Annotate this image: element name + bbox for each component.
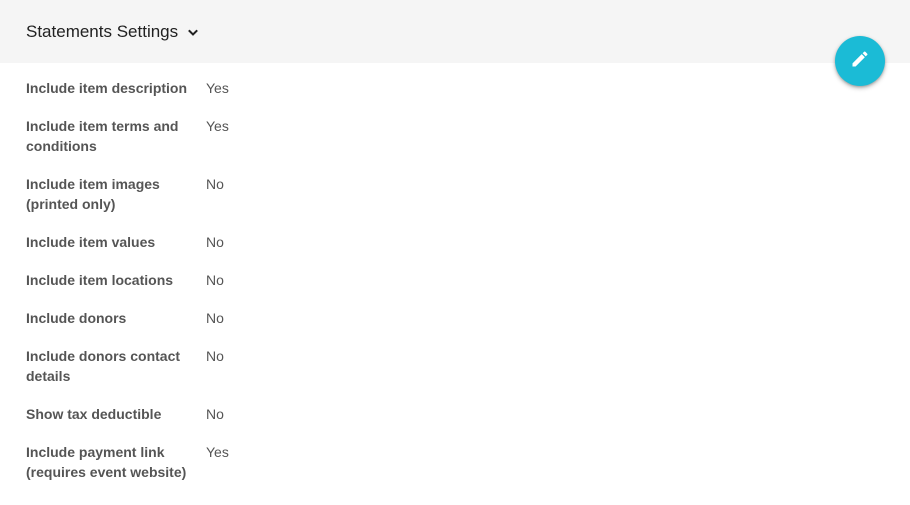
setting-row-donors: Include donors No xyxy=(26,308,546,328)
setting-row-item-description: Include item description Yes xyxy=(26,78,546,98)
chevron-down-icon xyxy=(186,26,200,40)
header-bar: Statements Settings xyxy=(0,0,910,63)
setting-value: No xyxy=(206,176,224,192)
setting-row-item-locations: Include item locations No xyxy=(26,270,546,290)
setting-value: No xyxy=(206,348,224,364)
setting-value: No xyxy=(206,406,224,422)
page-title: Statements Settings xyxy=(26,22,179,41)
setting-value: No xyxy=(206,310,224,326)
setting-value: Yes xyxy=(206,444,229,460)
pencil-icon xyxy=(850,49,870,74)
setting-row-item-values: Include item values No xyxy=(26,232,546,252)
setting-value: Yes xyxy=(206,80,229,96)
setting-value: No xyxy=(206,272,224,288)
edit-button[interactable] xyxy=(835,36,885,86)
setting-row-donors-contact: Include donors contact details No xyxy=(26,346,546,386)
setting-value: Yes xyxy=(206,118,229,134)
setting-label: Include payment link (requires event web… xyxy=(26,444,187,480)
setting-label: Include item locations xyxy=(26,272,174,288)
setting-label: Include item images (printed only) xyxy=(26,176,160,212)
setting-row-item-images: Include item images (printed only) No xyxy=(26,174,546,214)
setting-row-tax-deductible: Show tax deductible No xyxy=(26,404,546,424)
setting-value: No xyxy=(206,234,224,250)
setting-label: Include item terms and conditions xyxy=(26,118,179,154)
setting-label: Include item description xyxy=(26,80,188,96)
setting-row-payment-link: Include payment link (requires event web… xyxy=(26,442,546,482)
setting-label: Include donors contact details xyxy=(26,348,181,384)
setting-label: Include donors xyxy=(26,310,127,326)
statements-settings-dropdown[interactable]: Statements Settings xyxy=(26,20,200,44)
setting-row-item-terms: Include item terms and conditions Yes xyxy=(26,116,546,156)
settings-list: Include item description Yes Include ite… xyxy=(26,78,546,500)
setting-label: Include item values xyxy=(26,234,156,250)
setting-label: Show tax deductible xyxy=(26,406,162,422)
